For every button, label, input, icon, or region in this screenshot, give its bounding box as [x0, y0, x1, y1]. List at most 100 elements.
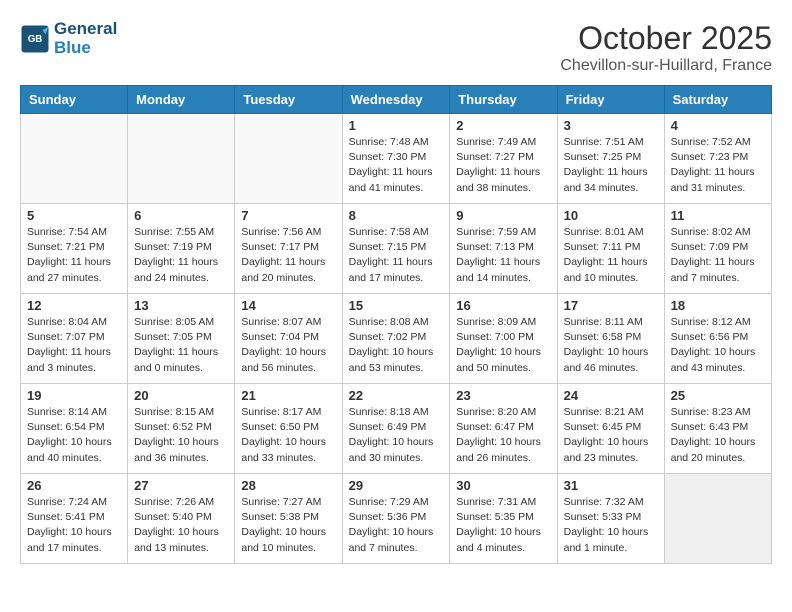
logo-line2: Blue	[54, 39, 117, 58]
calendar-cell: 30Sunrise: 7:31 AM Sunset: 5:35 PM Dayli…	[450, 474, 557, 564]
day-number: 16	[456, 298, 550, 313]
calendar-cell: 10 Sunrise: 8:01 AM Sunset: 7:11 PM Dayli…	[557, 204, 664, 294]
calendar-week-row: 5 Sunrise: 7:54 AM Sunset: 7:21 PM Daylig…	[21, 204, 772, 294]
calendar-cell: 2 Sunrise: 7:49 AM Sunset: 7:27 PM Daylig…	[450, 114, 557, 204]
day-number: 30	[456, 478, 550, 493]
day-info: Sunrise: 7:29 AM Sunset: 5:36 PM Dayligh…	[349, 495, 444, 556]
calendar-cell: 24Sunrise: 8:21 AM Sunset: 6:45 PM Dayli…	[557, 384, 664, 474]
day-info: Sunrise: 8:12 AM Sunset: 6:56 PM Dayligh…	[671, 315, 765, 376]
calendar-cell: 20 Sunrise: 8:15 AM Sunset: 6:52 PM Dayli…	[128, 384, 235, 474]
day-number: 5	[27, 208, 121, 223]
calendar-cell: 15 Sunrise: 8:08 AM Sunset: 7:02 PM Dayli…	[342, 294, 450, 384]
svg-text:GB: GB	[28, 34, 43, 45]
day-info: Sunrise: 7:27 AM Sunset: 5:38 PM Dayligh…	[241, 495, 335, 556]
calendar-cell: 1Sunrise: 7:48 AM Sunset: 7:30 PM Daylig…	[342, 114, 450, 204]
calendar-cell: 9 Sunrise: 7:59 AM Sunset: 7:13 PM Daylig…	[450, 204, 557, 294]
day-info: Sunrise: 8:05 AM Sunset: 7:05 PM Dayligh…	[134, 315, 228, 376]
calendar-cell: 5 Sunrise: 7:54 AM Sunset: 7:21 PM Daylig…	[21, 204, 128, 294]
calendar-cell: 11 Sunrise: 8:02 AM Sunset: 7:09 PM Dayli…	[664, 204, 771, 294]
logo-line1: General	[54, 20, 117, 39]
calendar-cell	[235, 114, 342, 204]
day-info: Sunrise: 8:02 AM Sunset: 7:09 PM Dayligh…	[671, 225, 765, 286]
day-info: Sunrise: 7:55 AM Sunset: 7:19 PM Dayligh…	[134, 225, 228, 286]
calendar-cell: 17Sunrise: 8:11 AM Sunset: 6:58 PM Dayli…	[557, 294, 664, 384]
calendar-cell: 28 Sunrise: 7:27 AM Sunset: 5:38 PM Dayli…	[235, 474, 342, 564]
day-info: Sunrise: 8:11 AM Sunset: 6:58 PM Dayligh…	[564, 315, 658, 376]
calendar-cell: 4Sunrise: 7:52 AM Sunset: 7:23 PM Daylig…	[664, 114, 771, 204]
calendar-cell: 27Sunrise: 7:26 AM Sunset: 5:40 PM Dayli…	[128, 474, 235, 564]
day-info: Sunrise: 7:51 AM Sunset: 7:25 PM Dayligh…	[564, 135, 658, 196]
day-number: 20	[134, 388, 228, 403]
calendar-cell	[21, 114, 128, 204]
day-number: 22	[349, 388, 444, 403]
calendar-cell: 23 Sunrise: 8:20 AM Sunset: 6:47 PM Dayli…	[450, 384, 557, 474]
day-info: Sunrise: 8:04 AM Sunset: 7:07 PM Dayligh…	[27, 315, 121, 376]
day-info: Sunrise: 8:17 AM Sunset: 6:50 PM Dayligh…	[241, 405, 335, 466]
calendar-cell: 31Sunrise: 7:32 AM Sunset: 5:33 PM Dayli…	[557, 474, 664, 564]
day-number: 13	[134, 298, 228, 313]
day-info: Sunrise: 8:20 AM Sunset: 6:47 PM Dayligh…	[456, 405, 550, 466]
day-number: 11	[671, 208, 765, 223]
day-info: Sunrise: 8:15 AM Sunset: 6:52 PM Dayligh…	[134, 405, 228, 466]
weekday-header: Sunday	[21, 86, 128, 114]
month-title: October 2025	[560, 20, 772, 57]
day-number: 3	[564, 118, 658, 133]
day-number: 4	[671, 118, 765, 133]
calendar-cell: 26 Sunrise: 7:24 AM Sunset: 5:41 PM Dayli…	[21, 474, 128, 564]
day-number: 25	[671, 388, 765, 403]
day-number: 8	[349, 208, 444, 223]
calendar-week-row: 19 Sunrise: 8:14 AM Sunset: 6:54 PM Dayli…	[21, 384, 772, 474]
calendar-cell: 22 Sunrise: 8:18 AM Sunset: 6:49 PM Dayli…	[342, 384, 450, 474]
logo-icon: GB	[20, 24, 50, 54]
day-number: 1	[349, 118, 444, 133]
day-info: Sunrise: 8:23 AM Sunset: 6:43 PM Dayligh…	[671, 405, 765, 466]
day-info: Sunrise: 7:54 AM Sunset: 7:21 PM Dayligh…	[27, 225, 121, 286]
day-number: 23	[456, 388, 550, 403]
calendar-cell	[128, 114, 235, 204]
calendar-week-row: 12 Sunrise: 8:04 AM Sunset: 7:07 PM Dayli…	[21, 294, 772, 384]
day-info: Sunrise: 7:59 AM Sunset: 7:13 PM Dayligh…	[456, 225, 550, 286]
weekday-header: Monday	[128, 86, 235, 114]
logo: GB General Blue	[20, 20, 117, 57]
calendar-cell: 3 Sunrise: 7:51 AM Sunset: 7:25 PM Daylig…	[557, 114, 664, 204]
page-header: GB General Blue October 2025 Chevillon-s…	[20, 20, 772, 75]
calendar-week-row: 1Sunrise: 7:48 AM Sunset: 7:30 PM Daylig…	[21, 114, 772, 204]
day-info: Sunrise: 8:07 AM Sunset: 7:04 PM Dayligh…	[241, 315, 335, 376]
day-info: Sunrise: 7:24 AM Sunset: 5:41 PM Dayligh…	[27, 495, 121, 556]
day-info: Sunrise: 8:14 AM Sunset: 6:54 PM Dayligh…	[27, 405, 121, 466]
day-number: 15	[349, 298, 444, 313]
day-info: Sunrise: 8:21 AM Sunset: 6:45 PM Dayligh…	[564, 405, 658, 466]
day-number: 10	[564, 208, 658, 223]
day-number: 14	[241, 298, 335, 313]
day-number: 19	[27, 388, 121, 403]
weekday-header: Friday	[557, 86, 664, 114]
calendar-cell: 29 Sunrise: 7:29 AM Sunset: 5:36 PM Dayli…	[342, 474, 450, 564]
day-info: Sunrise: 7:58 AM Sunset: 7:15 PM Dayligh…	[349, 225, 444, 286]
day-number: 31	[564, 478, 658, 493]
day-number: 26	[27, 478, 121, 493]
day-number: 7	[241, 208, 335, 223]
day-info: Sunrise: 8:01 AM Sunset: 7:11 PM Dayligh…	[564, 225, 658, 286]
calendar-cell: 18 Sunrise: 8:12 AM Sunset: 6:56 PM Dayli…	[664, 294, 771, 384]
calendar-cell: 13 Sunrise: 8:05 AM Sunset: 7:05 PM Dayli…	[128, 294, 235, 384]
day-number: 2	[456, 118, 550, 133]
weekday-header-row: SundayMondayTuesdayWednesdayThursdayFrid…	[21, 86, 772, 114]
calendar-cell: 6Sunrise: 7:55 AM Sunset: 7:19 PM Daylig…	[128, 204, 235, 294]
calendar-cell: 16 Sunrise: 8:09 AM Sunset: 7:00 PM Dayli…	[450, 294, 557, 384]
title-block: October 2025 Chevillon-sur-Huillard, Fra…	[560, 20, 772, 75]
day-number: 18	[671, 298, 765, 313]
calendar-cell: 25 Sunrise: 8:23 AM Sunset: 6:43 PM Dayli…	[664, 384, 771, 474]
calendar-week-row: 26 Sunrise: 7:24 AM Sunset: 5:41 PM Dayli…	[21, 474, 772, 564]
calendar-cell: 14 Sunrise: 8:07 AM Sunset: 7:04 PM Dayli…	[235, 294, 342, 384]
day-info: Sunrise: 8:18 AM Sunset: 6:49 PM Dayligh…	[349, 405, 444, 466]
day-info: Sunrise: 7:49 AM Sunset: 7:27 PM Dayligh…	[456, 135, 550, 196]
calendar-cell	[664, 474, 771, 564]
day-info: Sunrise: 8:08 AM Sunset: 7:02 PM Dayligh…	[349, 315, 444, 376]
day-number: 12	[27, 298, 121, 313]
day-number: 29	[349, 478, 444, 493]
day-number: 28	[241, 478, 335, 493]
calendar-cell: 12 Sunrise: 8:04 AM Sunset: 7:07 PM Dayli…	[21, 294, 128, 384]
day-info: Sunrise: 8:09 AM Sunset: 7:00 PM Dayligh…	[456, 315, 550, 376]
day-number: 9	[456, 208, 550, 223]
weekday-header: Wednesday	[342, 86, 450, 114]
